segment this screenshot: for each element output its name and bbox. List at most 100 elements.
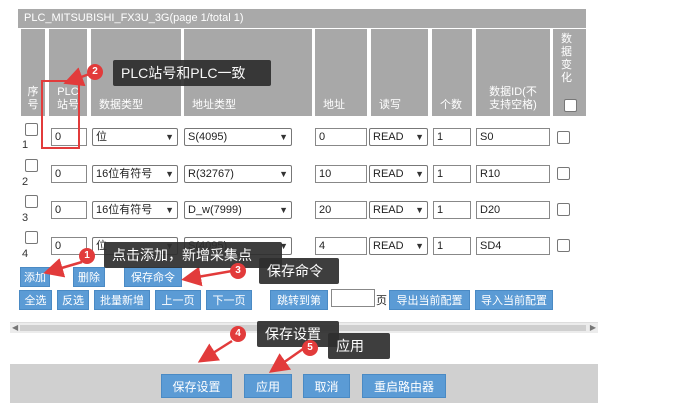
addr-type-value: S(4095)	[188, 131, 228, 143]
save-command-button[interactable]: 保存命令	[124, 267, 182, 287]
data-type-select[interactable]: 16位有符号 ▼	[92, 165, 178, 183]
col-seq-label: 序号	[27, 86, 39, 111]
data-id-input[interactable]: SD4	[476, 237, 550, 255]
save-settings-button[interactable]: 保存设置	[161, 374, 232, 398]
data-id-input[interactable]: R10	[476, 165, 550, 183]
chevron-down-icon: ▼	[279, 132, 288, 142]
invert-selection-button[interactable]: 反选	[57, 290, 89, 310]
address-input[interactable]: 4	[315, 237, 367, 255]
station-input[interactable]: 0	[51, 165, 87, 183]
col-data-id-label-2: 支持空格)	[489, 99, 537, 111]
addr-type-select[interactable]: S(4095) ▼	[184, 128, 292, 146]
data-id-input[interactable]: S0	[476, 128, 550, 146]
count-input[interactable]: 1	[433, 201, 471, 219]
cancel-button[interactable]: 取消	[303, 374, 350, 398]
rw-select[interactable]: READ ▼	[369, 165, 428, 183]
import-config-button[interactable]: 导入当前配置	[475, 290, 553, 310]
col-header-data-id: 数据ID(不 支持空格)	[476, 29, 550, 116]
scroll-left-icon[interactable]: ◀	[12, 323, 18, 333]
data-type-value: 16位有符号	[96, 204, 153, 216]
row-seq: 1	[22, 139, 29, 151]
addr-type-value: R(32767)	[188, 168, 234, 180]
change-checkbox[interactable]	[557, 131, 570, 144]
data-type-value: 位	[96, 131, 107, 143]
rw-value: READ	[373, 168, 404, 180]
scroll-right-icon[interactable]: ▶	[590, 323, 596, 333]
data-type-value: 16位有符号	[96, 168, 153, 180]
col-change-label: 数 据 变 化	[561, 33, 572, 85]
address-input[interactable]: 10	[315, 165, 367, 183]
row-select-checkbox[interactable]	[25, 123, 38, 136]
next-page-button[interactable]: 下一页	[206, 290, 252, 310]
rw-value: READ	[373, 240, 404, 252]
col-data-id-label-1: 数据ID(不	[489, 86, 537, 98]
reboot-router-button[interactable]: 重启路由器	[362, 374, 446, 398]
chevron-down-icon: ▼	[415, 169, 424, 179]
col-change-char-3: 变	[561, 59, 572, 71]
change-checkbox[interactable]	[557, 239, 570, 252]
chevron-down-icon: ▼	[165, 205, 174, 215]
goto-page-button[interactable]: 跳转到第	[270, 290, 328, 310]
col-data-type-label: 数据类型	[99, 99, 143, 111]
select-all-button[interactable]: 全选	[19, 290, 52, 310]
step-badge-5: 5	[302, 340, 318, 356]
data-id-input[interactable]: D20	[476, 201, 550, 219]
row-seq: 3	[22, 212, 29, 224]
apply-button[interactable]: 应用	[244, 374, 292, 398]
page-suffix-label: 页	[376, 295, 387, 307]
data-type-select[interactable]: 16位有符号 ▼	[92, 201, 178, 219]
col-change-char-4: 化	[561, 72, 572, 84]
chevron-down-icon: ▼	[165, 169, 174, 179]
row-select-checkbox[interactable]	[25, 231, 38, 244]
chevron-down-icon: ▼	[415, 132, 424, 142]
col-rw-label: 读写	[379, 99, 401, 111]
prev-page-button[interactable]: 上一页	[155, 290, 201, 310]
row-select-checkbox[interactable]	[25, 159, 38, 172]
count-input[interactable]: 1	[433, 128, 471, 146]
col-change-char-2: 据	[561, 46, 572, 58]
col-addr-type-label: 地址类型	[192, 99, 236, 111]
count-input[interactable]: 1	[433, 237, 471, 255]
rw-select[interactable]: READ ▼	[369, 128, 428, 146]
col-count-label: 个数	[440, 99, 462, 111]
station-input[interactable]: 0	[51, 201, 87, 219]
row-seq: 4	[22, 248, 29, 260]
addr-type-select[interactable]: R(32767) ▼	[184, 165, 292, 183]
callout-apply: 应用	[328, 333, 390, 359]
step-badge-3: 3	[230, 263, 246, 279]
chevron-down-icon: ▼	[165, 132, 174, 142]
step-badge-4: 4	[230, 326, 246, 342]
rw-value: READ	[373, 204, 404, 216]
data-type-select[interactable]: 位▼	[92, 128, 178, 146]
change-checkbox[interactable]	[557, 203, 570, 216]
rw-select[interactable]: READ ▼	[369, 237, 428, 255]
change-all-checkbox[interactable]	[564, 99, 577, 112]
row-select-checkbox[interactable]	[25, 195, 38, 208]
chevron-down-icon: ▼	[279, 205, 288, 215]
highlight-box	[41, 80, 80, 149]
batch-add-button[interactable]: 批量新增	[94, 290, 150, 310]
col-header-count: 个数	[432, 29, 472, 116]
step-badge-2: 2	[87, 64, 103, 80]
address-input[interactable]: 0	[315, 128, 367, 146]
chevron-down-icon: ▼	[415, 241, 424, 251]
callout-save-command: 保存命令	[259, 258, 339, 284]
chevron-down-icon: ▼	[415, 205, 424, 215]
col-header-address: 地址	[315, 29, 367, 116]
change-checkbox[interactable]	[557, 167, 570, 180]
chevron-down-icon: ▼	[279, 169, 288, 179]
count-input[interactable]: 1	[433, 165, 471, 183]
export-config-button[interactable]: 导出当前配置	[389, 290, 470, 310]
callout-save-settings: 保存设置	[257, 321, 339, 347]
rw-value: READ	[373, 131, 404, 143]
rw-select[interactable]: READ ▼	[369, 201, 428, 219]
col-header-rw: 读写	[371, 29, 428, 116]
col-change-char-1: 数	[561, 33, 572, 45]
add-button[interactable]: 添加	[20, 267, 50, 287]
delete-button[interactable]: 删除	[73, 267, 105, 287]
step-badge-1: 1	[79, 248, 95, 264]
addr-type-select[interactable]: D_w(7999) ▼	[184, 201, 292, 219]
callout-add-point: 点击添加，新增采集点	[104, 242, 282, 268]
address-input[interactable]: 20	[315, 201, 367, 219]
page-number-input[interactable]	[331, 289, 375, 307]
